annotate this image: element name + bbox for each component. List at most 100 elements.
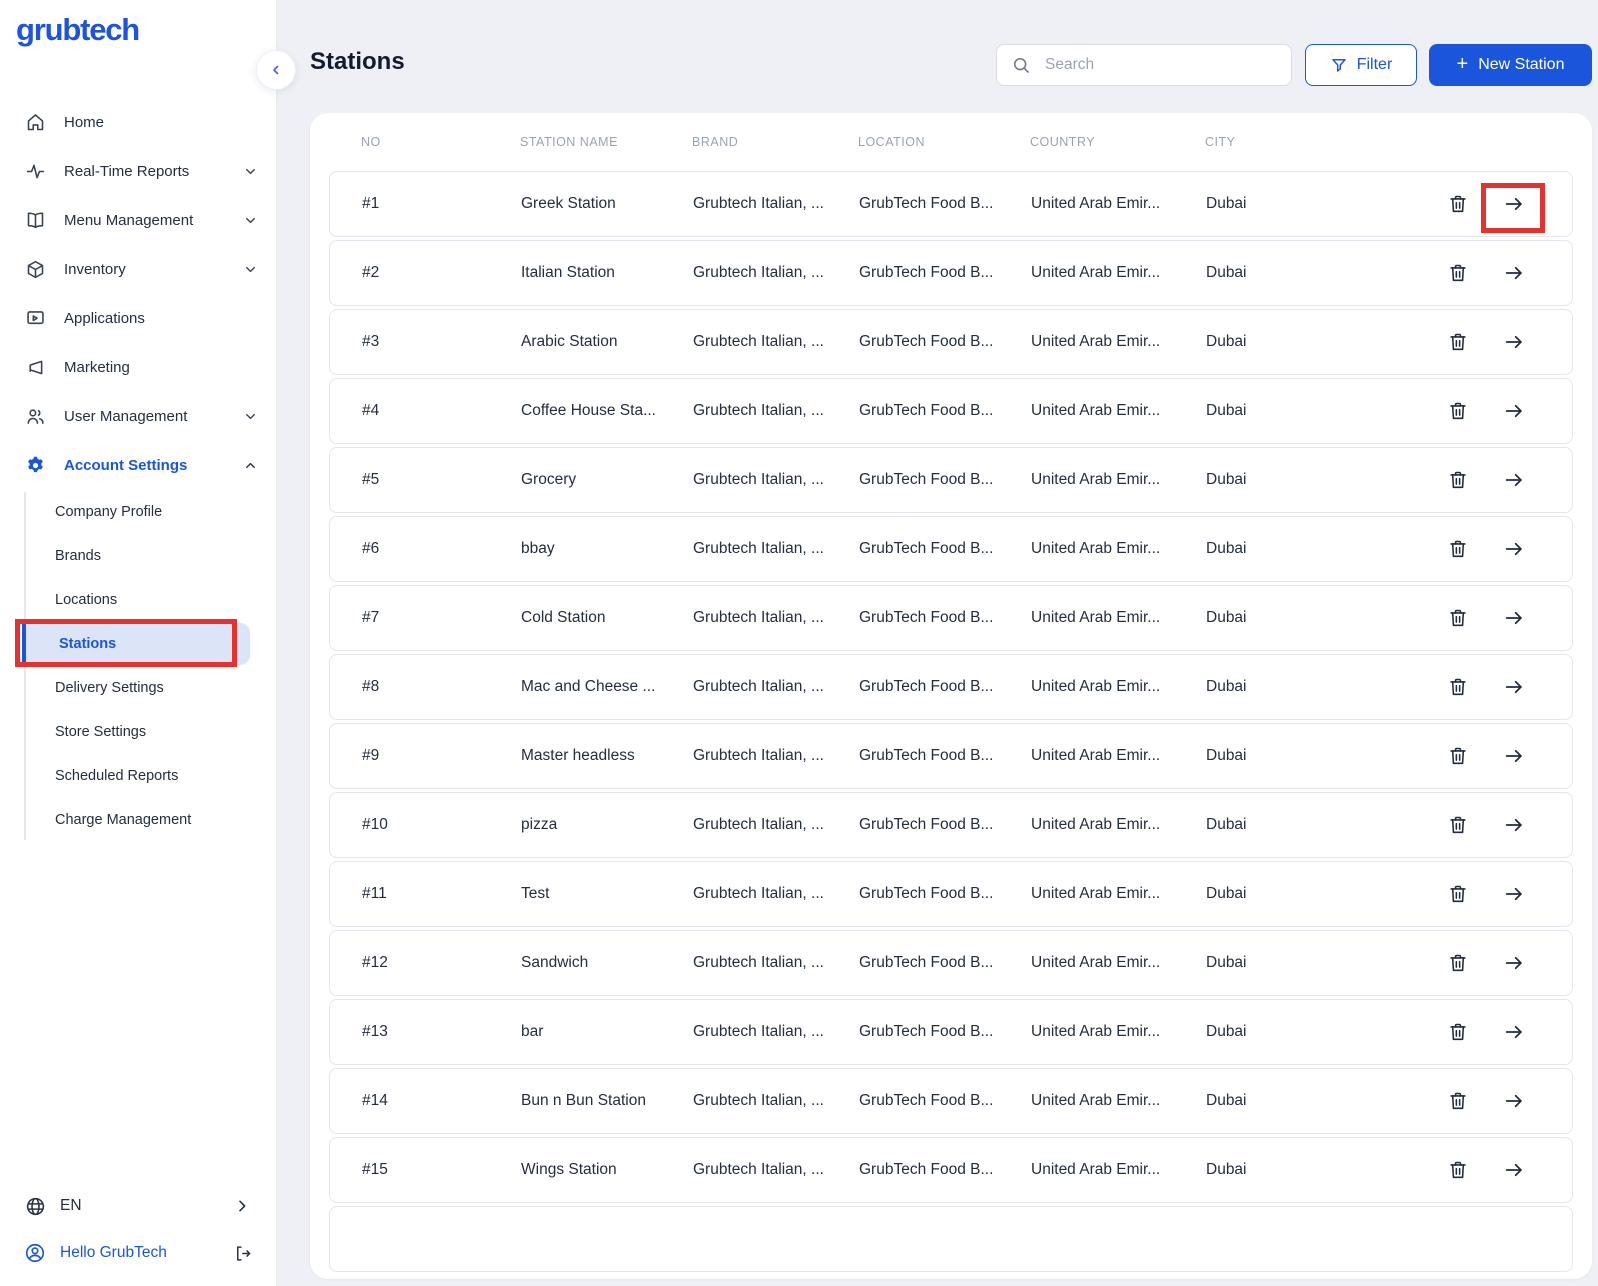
cell-country: United Arab Emir... — [1031, 609, 1161, 626]
new-station-button[interactable]: + New Station — [1429, 44, 1592, 86]
table-row[interactable]: #5 Grocery Grubtech Italian, ... GrubTec… — [329, 447, 1573, 513]
logout-icon[interactable] — [231, 1242, 253, 1264]
sidebar-collapse-button[interactable] — [256, 50, 296, 90]
sidebar-item-inventory[interactable]: Inventory — [0, 245, 277, 294]
open-station-arrow-button[interactable] — [1502, 882, 1526, 906]
delete-station-button[interactable] — [1446, 1089, 1470, 1113]
delete-station-button[interactable] — [1446, 744, 1470, 768]
table-row[interactable]: #8 Mac and Cheese ... Grubtech Italian, … — [329, 654, 1573, 720]
table-row[interactable]: #1 Greek Station Grubtech Italian, ... G… — [329, 171, 1573, 237]
filter-button[interactable]: Filter — [1305, 44, 1417, 86]
delete-station-button[interactable] — [1446, 1020, 1470, 1044]
delete-station-button[interactable] — [1446, 813, 1470, 837]
cell-location: GrubTech Food B... — [859, 1023, 994, 1040]
cell-station-name: Coffee House Sta... — [521, 402, 656, 419]
delete-station-button[interactable] — [1446, 1158, 1470, 1182]
cell-location: GrubTech Food B... — [859, 264, 994, 281]
sidebar-subitem-company-profile[interactable]: Company Profile — [0, 490, 277, 534]
cell-city: Dubai — [1206, 816, 1247, 833]
sidebar-subitem-stations[interactable]: Stations — [22, 623, 250, 665]
open-station-arrow-button[interactable] — [1502, 330, 1526, 354]
open-station-arrow-button[interactable] — [1502, 192, 1526, 216]
delete-station-button[interactable] — [1446, 261, 1470, 285]
language-selector[interactable]: EN — [0, 1186, 277, 1226]
cell-no: #11 — [362, 885, 387, 902]
open-station-arrow-button[interactable] — [1502, 537, 1526, 561]
cell-no: #6 — [362, 540, 380, 557]
filter-icon — [1330, 56, 1348, 74]
search-box — [996, 44, 1292, 86]
open-station-arrow-button[interactable] — [1502, 675, 1526, 699]
sidebar-item-applications[interactable]: Applications — [0, 294, 277, 343]
table-row[interactable]: #12 Sandwich Grubtech Italian, ... GrubT… — [329, 930, 1573, 996]
sidebar-item-label: Menu Management — [64, 212, 194, 229]
sidebar-subitem-locations[interactable]: Locations — [0, 578, 277, 622]
sidebar-subitem-charge-management[interactable]: Charge Management — [0, 798, 277, 842]
open-station-arrow-button[interactable] — [1502, 1158, 1526, 1182]
row-actions — [1396, 606, 1526, 630]
table-row[interactable]: #2 Italian Station Grubtech Italian, ...… — [329, 240, 1573, 306]
column-header-brand: BRAND — [692, 135, 739, 149]
table-row[interactable]: #6 bbay Grubtech Italian, ... GrubTech F… — [329, 516, 1573, 582]
plus-icon: + — [1456, 53, 1469, 75]
table-row[interactable]: #7 Cold Station Grubtech Italian, ... Gr… — [329, 585, 1573, 651]
table-row[interactable]: #15 Wings Station Grubtech Italian, ... … — [329, 1137, 1573, 1203]
new-station-label: New Station — [1478, 56, 1565, 73]
open-station-arrow-button[interactable] — [1502, 399, 1526, 423]
row-actions — [1396, 882, 1526, 906]
cell-station-name: bbay — [521, 540, 555, 557]
sidebar-item-home[interactable]: Home — [0, 98, 277, 147]
sidebar-item-marketing[interactable]: Marketing — [0, 343, 277, 392]
table-row[interactable]: #10 pizza Grubtech Italian, ... GrubTech… — [329, 792, 1573, 858]
open-station-arrow-button[interactable] — [1502, 813, 1526, 837]
sidebar-item-label: Marketing — [64, 359, 130, 376]
open-station-arrow-button[interactable] — [1502, 1020, 1526, 1044]
chevron-down-icon — [243, 409, 259, 425]
cell-city: Dubai — [1206, 747, 1247, 764]
delete-station-button[interactable] — [1446, 468, 1470, 492]
open-station-arrow-button[interactable] — [1502, 261, 1526, 285]
delete-station-button[interactable] — [1446, 330, 1470, 354]
user-menu[interactable]: Hello GrubTech — [0, 1233, 277, 1273]
open-station-arrow-button[interactable] — [1502, 744, 1526, 768]
open-station-arrow-button[interactable] — [1502, 606, 1526, 630]
sidebar-subitem-scheduled-reports[interactable]: Scheduled Reports — [0, 754, 277, 798]
sidebar-subitem-brands[interactable]: Brands — [0, 534, 277, 578]
table-row[interactable]: #9 Master headless Grubtech Italian, ...… — [329, 723, 1573, 789]
chevron-up-icon — [243, 458, 259, 474]
sidebar-item-label: Account Settings — [64, 457, 188, 474]
table-row[interactable]: #14 Bun n Bun Station Grubtech Italian, … — [329, 1068, 1573, 1134]
delete-station-button[interactable] — [1446, 882, 1470, 906]
sidebar-item-user-management[interactable]: User Management — [0, 392, 277, 441]
delete-station-button[interactable] — [1446, 192, 1470, 216]
table-row[interactable]: #13 bar Grubtech Italian, ... GrubTech F… — [329, 999, 1573, 1065]
cell-brand: Grubtech Italian, ... — [693, 195, 824, 212]
cell-country: United Arab Emir... — [1031, 402, 1161, 419]
open-station-arrow-button[interactable] — [1502, 1089, 1526, 1113]
table-row[interactable]: #3 Arabic Station Grubtech Italian, ... … — [329, 309, 1573, 375]
cell-station-name: Sandwich — [521, 954, 589, 971]
sidebar-subitem-store-settings[interactable]: Store Settings — [0, 710, 277, 754]
search-input[interactable] — [1045, 56, 1277, 74]
sidebar-item-label: Real-Time Reports — [64, 163, 190, 180]
sidebar-subitem-delivery-settings[interactable]: Delivery Settings — [0, 666, 277, 710]
open-station-arrow-button[interactable] — [1502, 951, 1526, 975]
screen-share-icon — [24, 308, 46, 330]
table-row[interactable]: #11 Test Grubtech Italian, ... GrubTech … — [329, 861, 1573, 927]
delete-station-button[interactable] — [1446, 537, 1470, 561]
cell-brand: Grubtech Italian, ... — [693, 1023, 824, 1040]
delete-station-button[interactable] — [1446, 951, 1470, 975]
sidebar-item-real-time-reports[interactable]: Real-Time Reports — [0, 147, 277, 196]
language-label: EN — [60, 1197, 82, 1214]
delete-station-button[interactable] — [1446, 399, 1470, 423]
cell-station-name: Cold Station — [521, 609, 606, 626]
sidebar: grubtech Home Real-Time Reports Menu Man… — [0, 0, 277, 1286]
sidebar-item-account-settings[interactable]: Account Settings — [0, 441, 277, 490]
delete-station-button[interactable] — [1446, 675, 1470, 699]
cell-no: #4 — [362, 402, 380, 419]
delete-station-button[interactable] — [1446, 606, 1470, 630]
sidebar-item-menu-management[interactable]: Menu Management — [0, 196, 277, 245]
cell-station-name: Test — [521, 885, 550, 902]
table-row[interactable]: #4 Coffee House Sta... Grubtech Italian,… — [329, 378, 1573, 444]
open-station-arrow-button[interactable] — [1502, 468, 1526, 492]
